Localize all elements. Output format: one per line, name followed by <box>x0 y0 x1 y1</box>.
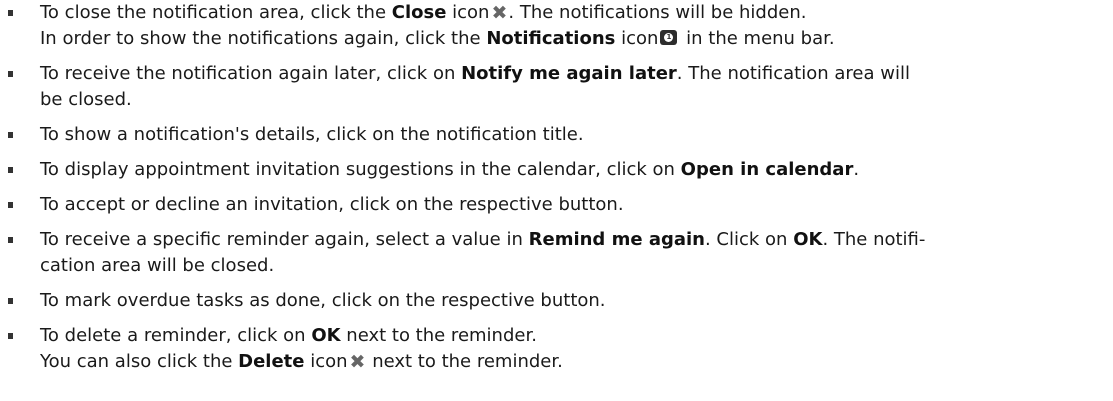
item-line: To receive a specific reminder again, se… <box>40 229 926 250</box>
item-line: To show a notification's details, click … <box>40 124 584 145</box>
list-item-notify-later: To receive the notification again later,… <box>0 61 1113 113</box>
item-line: To delete a reminder, click on OK next t… <box>40 325 537 346</box>
open-in-calendar-label: Open in calendar <box>680 159 854 180</box>
notification-count-badge: 1 <box>664 33 674 42</box>
list-item-close-notifications: To close the notification area, click th… <box>0 0 1113 52</box>
bullet <box>8 132 13 138</box>
bullet <box>8 202 13 208</box>
item-line: In order to show the notifications again… <box>40 28 835 49</box>
item-line: be closed. <box>40 89 132 110</box>
delete-icon: ✖ <box>349 351 366 373</box>
list-item-remind-again: To receive a specific reminder again, se… <box>0 227 1113 279</box>
bullet <box>8 71 13 77</box>
list-item-open-calendar: To display appointment invitation sugges… <box>0 157 1113 183</box>
item-line: To receive the notification again later,… <box>40 63 910 84</box>
bullet <box>8 167 13 173</box>
list-item-delete-reminder: To delete a reminder, click on OK next t… <box>0 323 1113 375</box>
bullet <box>8 237 13 243</box>
remind-me-again-label: Remind me again <box>528 229 705 250</box>
delete-label: Delete <box>238 351 305 372</box>
close-icon: ✖ <box>491 2 508 24</box>
item-line: To close the notification area, click th… <box>40 2 807 24</box>
list-item-accept-decline: To accept or decline an invitation, clic… <box>0 192 1113 218</box>
ok-label: OK <box>311 325 341 346</box>
list-item-show-details: To show a notification's details, click … <box>0 122 1113 148</box>
item-line: To accept or decline an invitation, clic… <box>40 194 624 215</box>
item-line: To mark overdue tasks as done, click on … <box>40 290 606 311</box>
close-label: Close <box>391 2 447 23</box>
instruction-list: To close the notification area, click th… <box>0 0 1113 375</box>
notifications-label: Notifications <box>486 28 616 49</box>
item-line: To display appointment invitation sugges… <box>40 159 860 180</box>
item-line: cation area will be closed. <box>40 255 275 276</box>
bullet <box>8 333 13 339</box>
item-line: You can also click the Delete icon ✖ next… <box>40 351 563 373</box>
list-item-mark-done: To mark overdue tasks as done, click on … <box>0 288 1113 314</box>
notify-later-label: Notify me again later <box>461 63 677 84</box>
bullet <box>8 10 13 16</box>
notifications-icon: 1 <box>660 30 678 45</box>
ok-label: OK <box>793 229 823 250</box>
bullet <box>8 298 13 304</box>
